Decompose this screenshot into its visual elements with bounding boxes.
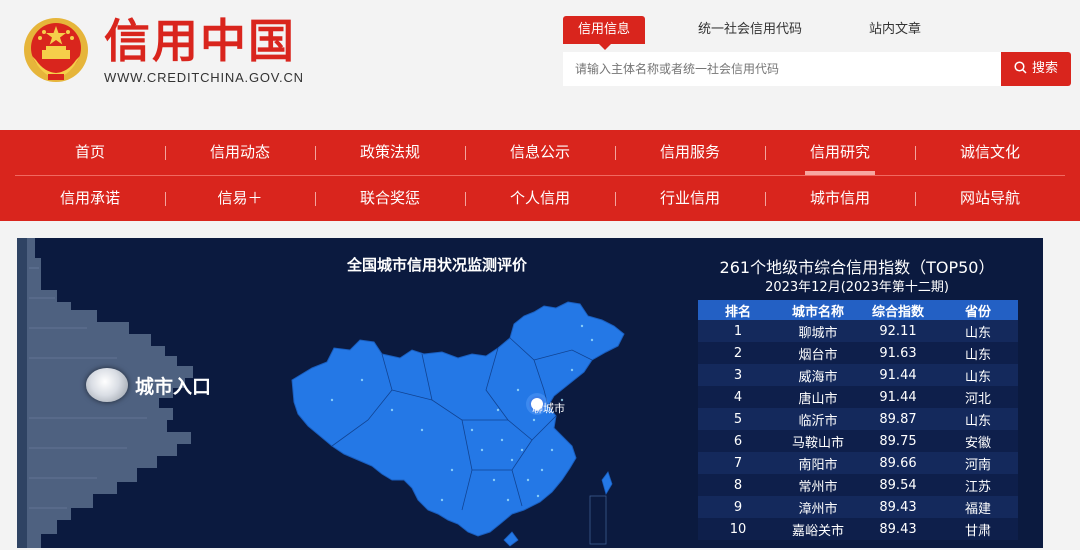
ranking-table: 排名 城市名称 综合指数 省份 1 聊城市 92.11 山东 2 烟台市 91.63 山东 3 威… xyxy=(698,300,1018,540)
nav-row-1: 首页 信用动态 政策法规 信息公示 信用服务 信用研究 诚信文化 xyxy=(15,130,1065,175)
col-province: 省份 xyxy=(938,300,1018,320)
city-entry-button-icon[interactable] xyxy=(86,368,128,402)
col-index: 综合指数 xyxy=(858,300,938,320)
table-row[interactable]: 2 烟台市 91.63 山东 xyxy=(698,342,1018,364)
search-tab-credit-info[interactable]: 信用信息 xyxy=(563,16,645,50)
city-cell: 烟台市 xyxy=(798,347,838,363)
province-cell: 山东 xyxy=(964,325,991,341)
search-input[interactable] xyxy=(563,52,1001,86)
city-cell: 马鞍山市 xyxy=(791,435,844,451)
province-cell: 河南 xyxy=(964,457,991,473)
table-row[interactable]: 3 威海市 91.44 山东 xyxy=(698,364,1018,386)
nav-row-2: 信用承诺 信易＋ 联合奖惩 个人信用 行业信用 城市信用 网站导航 xyxy=(15,176,1065,221)
province-cell: 江苏 xyxy=(964,479,991,495)
search-tab-credit-code[interactable]: 统一社会信用代码 xyxy=(680,16,820,44)
map-city-label[interactable]: 聊城市 xyxy=(532,400,565,416)
table-row[interactable]: 10 嘉峪关市 89.43 甘肃 xyxy=(698,518,1018,540)
nav-personal-credit[interactable]: 个人信用 xyxy=(465,176,615,221)
city-cell: 聊城市 xyxy=(798,325,838,341)
table-row[interactable]: 9 漳州市 89.43 福建 xyxy=(698,496,1018,518)
site-header: 信用中国 WWW.CREDITCHINA.GOV.CN 信用信息 统一社会信用代… xyxy=(0,0,1080,130)
nav-site-map[interactable]: 网站导航 xyxy=(915,176,1065,221)
site-title[interactable]: 信用中国 xyxy=(104,12,296,70)
rank-cell: 3 xyxy=(733,367,743,383)
col-rank: 排名 xyxy=(698,300,778,320)
city-cell: 威海市 xyxy=(798,369,838,385)
index-cell: 89.75 xyxy=(879,433,917,449)
province-cell: 山东 xyxy=(964,369,991,385)
nav-integrity-culture[interactable]: 诚信文化 xyxy=(915,130,1065,175)
city-cell: 漳州市 xyxy=(798,501,838,517)
city-cell: 唐山市 xyxy=(798,391,838,407)
table-row[interactable]: 1 聊城市 92.11 山东 xyxy=(698,320,1018,342)
index-cell: 89.43 xyxy=(879,521,917,537)
search-tab-articles[interactable]: 站内文章 xyxy=(850,16,940,44)
province-cell: 河北 xyxy=(964,391,991,407)
table-row[interactable]: 4 唐山市 91.44 河北 xyxy=(698,386,1018,408)
search-button-label: 搜索 xyxy=(1031,61,1058,76)
table-row[interactable]: 8 常州市 89.54 江苏 xyxy=(698,474,1018,496)
rank-cell: 6 xyxy=(733,433,743,449)
national-emblem-icon[interactable] xyxy=(22,16,90,84)
index-cell: 91.44 xyxy=(879,367,917,383)
china-map[interactable] xyxy=(272,270,652,548)
nav-xinyi-plus[interactable]: 信易＋ xyxy=(165,176,315,221)
nav-home[interactable]: 首页 xyxy=(15,130,165,175)
rank-cell: 8 xyxy=(733,477,743,493)
city-credit-banner: 城市入口 全国城市信用状况监测评价 聊城市 261个地级市综合信用指数（TOP5… xyxy=(17,238,1043,548)
index-cell: 89.54 xyxy=(879,477,917,493)
table-header-row: 排名 城市名称 综合指数 省份 xyxy=(698,300,1018,320)
city-cell: 常州市 xyxy=(798,479,838,495)
province-cell: 山东 xyxy=(964,347,991,363)
rank-cell: 4 xyxy=(733,389,743,405)
rank-cell: 5 xyxy=(733,411,743,427)
ranking-title: 261个地级市综合信用指数（TOP50） xyxy=(719,258,995,277)
city-entry-label[interactable]: 城市入口 xyxy=(135,372,211,399)
ranking-subtitle: 2023年12月(2023年第十二期) xyxy=(765,280,949,295)
city-cell: 临沂市 xyxy=(798,413,838,429)
table-row[interactable]: 5 临沂市 89.87 山东 xyxy=(698,408,1018,430)
site-url: WWW.CREDITCHINA.GOV.CN xyxy=(104,70,304,85)
nav-credit-news[interactable]: 信用动态 xyxy=(165,130,315,175)
nav-joint-reward[interactable]: 联合奖惩 xyxy=(315,176,465,221)
province-cell: 山东 xyxy=(964,413,991,429)
province-cell: 福建 xyxy=(964,501,991,517)
province-cell: 甘肃 xyxy=(964,523,991,539)
index-cell: 89.66 xyxy=(879,455,917,471)
index-cell: 89.87 xyxy=(879,411,917,427)
col-city: 城市名称 xyxy=(778,300,858,320)
nav-policy[interactable]: 政策法规 xyxy=(315,130,465,175)
rank-cell: 7 xyxy=(733,455,743,471)
search-icon xyxy=(1014,61,1027,74)
nav-credit-promise[interactable]: 信用承诺 xyxy=(15,176,165,221)
index-cell: 91.44 xyxy=(879,389,917,405)
nav-city-credit[interactable]: 城市信用 xyxy=(765,176,915,221)
index-cell: 89.43 xyxy=(879,499,917,515)
main-nav: 首页 信用动态 政策法规 信息公示 信用服务 信用研究 诚信文化 信用承诺 信易… xyxy=(0,130,1080,221)
province-cell: 安徽 xyxy=(964,435,991,451)
table-row[interactable]: 6 马鞍山市 89.75 安徽 xyxy=(698,430,1018,452)
city-cell: 嘉峪关市 xyxy=(791,523,844,539)
rank-cell: 10 xyxy=(729,521,747,537)
search-button[interactable]: 搜索 xyxy=(1001,52,1071,86)
nav-public-info[interactable]: 信息公示 xyxy=(465,130,615,175)
rank-cell: 1 xyxy=(733,323,743,339)
nav-credit-service[interactable]: 信用服务 xyxy=(615,130,765,175)
table-row[interactable]: 7 南阳市 89.66 河南 xyxy=(698,452,1018,474)
nav-industry-credit[interactable]: 行业信用 xyxy=(615,176,765,221)
ranking-table-body: 1 聊城市 92.11 山东 2 烟台市 91.63 山东 3 威海市 91.44 山东 4 唐山市 91.… xyxy=(698,320,1018,540)
city-cell: 南阳市 xyxy=(798,457,838,473)
index-cell: 92.11 xyxy=(879,323,917,339)
nav-credit-research[interactable]: 信用研究 xyxy=(765,130,915,175)
index-cell: 91.63 xyxy=(879,345,917,361)
rank-cell: 2 xyxy=(733,345,743,361)
rank-cell: 9 xyxy=(733,499,743,515)
